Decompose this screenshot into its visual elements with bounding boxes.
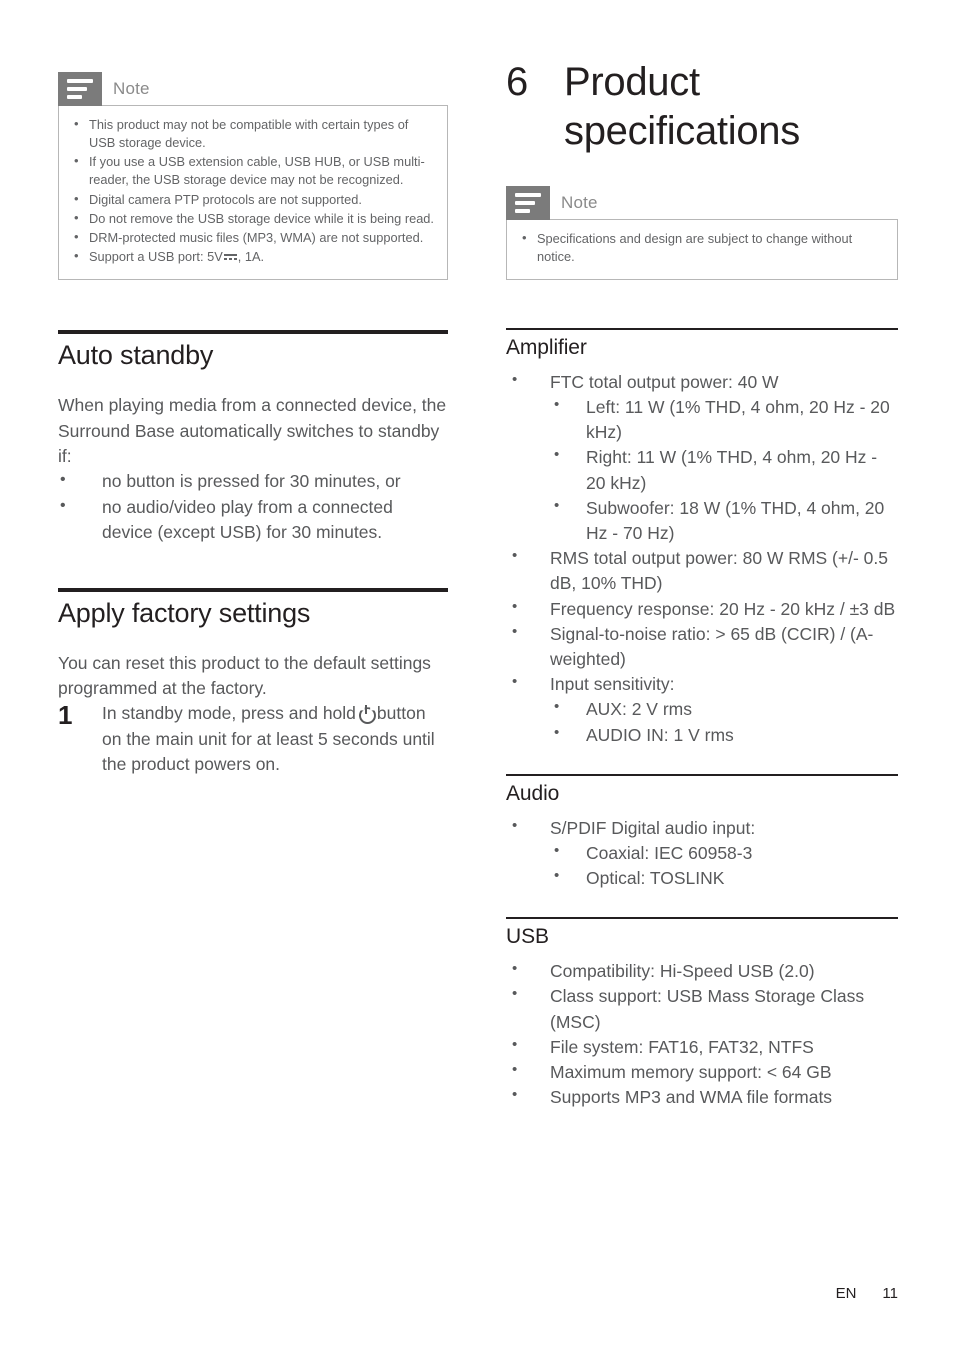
note-header: Note [506,185,898,220]
spec-item: Compatibility: Hi-Speed USB (2.0) [506,958,898,984]
spec-item: RMS total output power: 80 W RMS (+/- 0.… [506,545,898,596]
spec-text: Input sensitivity: [550,674,675,695]
spec-text: FTC total output power: 40 W [550,371,779,392]
note-list-item-usb-port: Support a USB port: 5V , 1A. [71,247,435,266]
amplifier-spec-list: FTC total output power: 40 W Left: 11 W … [506,369,898,748]
section-rule [58,587,448,592]
apply-factory-settings-heading: Apply factory settings [58,597,311,628]
chapter-title: Product specifications [564,60,800,153]
section-usb: USB Compatibility: Hi-Speed USB (2.0) Cl… [506,917,898,1110]
note-lines-icon [58,72,102,106]
section-rule [506,917,898,920]
spec-item: S/PDIF Digital audio input: Coaxial: IEC… [506,815,898,892]
specs-note-box: Note Specifications and design are subje… [506,185,898,280]
spec-subitem: Subwoofer: 18 W (1% THD, 4 ohm, 20 Hz - … [550,495,898,546]
note-list-item: Digital camera PTP protocols are not sup… [71,190,435,209]
section-amplifier: Amplifier FTC total output power: 40 W L… [506,327,898,748]
step-text-pre: In standby mode, press and hold [102,703,356,724]
apply-factory-settings-paragraph: You can reset this product to the defaul… [58,652,431,698]
spec-text: S/PDIF Digital audio input: [550,817,756,838]
usb-spec-list: Compatibility: Hi-Speed USB (2.0) Class … [506,958,898,1110]
section-audio: Audio S/PDIF Digital audio input: Coaxia… [506,773,898,892]
spec-item: Frequency response: 20 Hz - 20 kHz / ±3 … [506,596,898,622]
apply-factory-settings-steps: In standby mode, press and hold button on… [58,697,448,777]
note-body: This product may not be compatible with … [58,105,448,281]
left-column: Note This product may not be compatible … [58,72,448,777]
section-rule [506,327,898,330]
dc-current-icon [223,253,237,262]
spec-item: File system: FAT16, FAT32, NTFS [506,1034,898,1060]
spec-subitem: Left: 11 W (1% THD, 4 ohm, 20 Hz - 20 kH… [550,394,898,445]
spec-item: Class support: USB Mass Storage Class (M… [506,983,898,1034]
usb-heading: USB [506,925,549,949]
spec-item: Supports MP3 and WMA file formats [506,1084,898,1110]
spec-subitem: Coaxial: IEC 60958-3 [550,840,898,866]
auto-standby-heading: Auto standby [58,340,214,371]
note-list-item: If you use a USB extension cable, USB HU… [71,152,435,189]
spec-sublist: Coaxial: IEC 60958-3 Optical: TOSLINK [550,840,898,891]
audio-spec-list: S/PDIF Digital audio input: Coaxial: IEC… [506,815,898,892]
note-list: Specifications and design are subject to… [519,229,885,266]
document-page: Note This product may not be compatible … [0,0,954,1350]
note-title: Note [561,192,598,212]
chapter-heading: 6 Product specifications [506,58,898,156]
note-list-item: DRM-protected music files (MP3, WMA) are… [71,228,435,247]
amplifier-heading: Amplifier [506,335,587,359]
footer-language: EN [835,1285,857,1302]
spec-item: Maximum memory support: < 64 GB [506,1059,898,1085]
section-auto-standby: Auto standby When playing media from a c… [58,330,448,545]
spec-item: Input sensitivity: AUX: 2 V rms AUDIO IN… [506,671,898,748]
spec-sublist: Left: 11 W (1% THD, 4 ohm, 20 Hz - 20 kH… [550,394,898,546]
list-item: no audio/video play from a connected dev… [58,494,448,546]
note-lines-icon [506,185,550,220]
note-title: Note [113,79,150,98]
section-rule [506,773,898,776]
note-list: This product may not be compatible with … [71,115,435,266]
standby-power-icon [358,705,375,722]
note-list-item: This product may not be compatible with … [71,115,435,152]
auto-standby-paragraph: When playing media from a connected devi… [58,395,447,467]
spec-subitem: AUDIO IN: 1 V rms [550,722,898,748]
spec-subitem: Optical: TOSLINK [550,865,898,891]
spec-sublist: AUX: 2 V rms AUDIO IN: 1 V rms [550,696,898,748]
right-column: 6 Product specifications Note Specificat… [506,58,898,1110]
spec-item: FTC total output power: 40 W Left: 11 W … [506,369,898,546]
page-footer: EN 11 [836,1285,898,1302]
usb-port-suffix: , 1A. [237,249,265,265]
spec-subitem: AUX: 2 V rms [550,696,898,722]
list-item: no button is pressed for 30 minutes, or [58,468,448,494]
note-body: Specifications and design are subject to… [506,218,898,280]
section-rule [58,330,448,335]
note-list-item: Do not remove the USB storage device whi… [71,209,435,228]
auto-standby-list: no button is pressed for 30 minutes, or … [58,468,448,546]
footer-page-number: 11 [882,1285,898,1302]
note-list-item: Specifications and design are subject to… [519,229,885,266]
section-apply-factory-settings: Apply factory settings You can reset thi… [58,587,448,778]
chapter-number: 6 [506,60,529,104]
usb-port-text: Support a USB port: 5V [89,249,223,265]
usb-note-box: Note This product may not be compatible … [58,72,448,281]
spec-subitem: Right: 11 W (1% THD, 4 ohm, 20 Hz - 20 k… [550,444,898,495]
spec-item: Signal-to-noise ratio: > 65 dB (CCIR) / … [506,621,898,672]
note-header: Note [58,72,448,106]
step-item: In standby mode, press and hold button on… [58,697,448,777]
audio-heading: Audio [506,781,560,805]
